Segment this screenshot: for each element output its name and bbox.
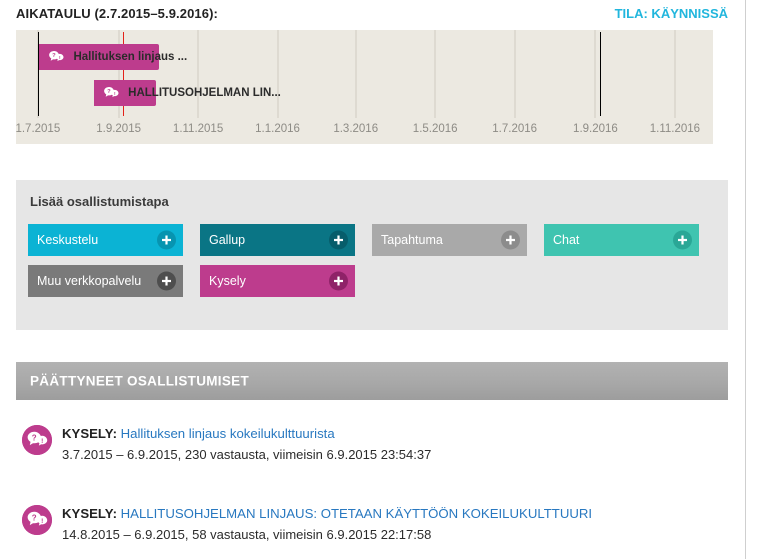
gantt-gridline bbox=[434, 30, 437, 118]
add-kysely-button[interactable]: Kysely bbox=[200, 265, 355, 297]
survey-bubble-icon: ?! bbox=[22, 425, 52, 455]
timeline-status-badge: TILA: KÄYNNISSÄ bbox=[614, 6, 728, 21]
ended-participations-title: PÄÄTTYNEET OSALLISTUMISET bbox=[30, 373, 250, 389]
add-button-label: Muu verkkopalvelu bbox=[37, 274, 142, 288]
survey-bubble-icon[interactable]: ?! bbox=[45, 46, 68, 68]
svg-text:?: ? bbox=[32, 513, 37, 522]
ended-participation-item[interactable]: ?! KYSELY: HALLITUSOHJELMAN LINJAUS: OTET… bbox=[22, 504, 722, 544]
timeline-title: AIKATAULU (2.7.2015–5.9.2016): bbox=[16, 6, 218, 21]
gantt-gridline bbox=[197, 30, 200, 118]
entry-title-link[interactable]: HALLITUSOHJELMAN LINJAUS: OTETAAN KÄYTTÖ… bbox=[121, 506, 592, 521]
timeline-header: AIKATAULU (2.7.2015–5.9.2016): TILA: KÄY… bbox=[16, 6, 728, 28]
gantt-gridline bbox=[513, 30, 516, 118]
gantt-gridline bbox=[594, 30, 597, 118]
gantt-axis-label: 1.11.2016 bbox=[649, 123, 701, 135]
entry-meta-line: 14.8.2015 – 6.9.2015, 58 vastausta, viim… bbox=[62, 527, 432, 542]
ended-participations-header: PÄÄTTYNEET OSALLISTUMISET bbox=[16, 362, 728, 400]
svg-text:!: ! bbox=[41, 518, 43, 525]
entry-kind-label: KYSELY: bbox=[62, 426, 121, 441]
gantt-time-axis: 1.7.2015 1.9.2015 1.11.2015 1.1.2016 1.3.201… bbox=[15, 118, 713, 144]
add-muu-verkkopalvelu-button[interactable]: Muu verkkopalvelu bbox=[28, 265, 183, 297]
gantt-axis-label: 1.3.2016 bbox=[333, 123, 379, 135]
gantt-axis-label: 1.1.2016 bbox=[255, 123, 300, 135]
gantt-gridline bbox=[276, 30, 279, 118]
add-button-label: Chat bbox=[553, 233, 580, 247]
timeline-gantt-chart: ?! Hallituksen linjaus ...?! HALLITUSOHJEL… bbox=[15, 30, 713, 144]
gantt-axis-label: 1.9.2015 bbox=[96, 123, 141, 135]
gantt-plot-area: ?! Hallituksen linjaus ...?! HALLITUSOHJEL… bbox=[16, 30, 713, 118]
plus-icon bbox=[157, 271, 176, 291]
survey-bubble-icon: ?! bbox=[22, 505, 52, 535]
entry-texts: KYSELY: HALLITUSOHJELMAN LINJAUS: OTETAA… bbox=[62, 504, 592, 544]
entry-title-link[interactable]: Hallituksen linjaus kokeilukulttuurista bbox=[121, 426, 335, 441]
add-button-label: Gallup bbox=[209, 233, 246, 247]
add-button-label: Tapahtuma bbox=[381, 233, 443, 247]
plus-icon bbox=[157, 230, 176, 250]
svg-text:?: ? bbox=[53, 53, 57, 59]
svg-text:?: ? bbox=[32, 433, 37, 442]
entry-texts: KYSELY: Hallituksen linjaus kokeilukultt… bbox=[62, 424, 431, 464]
add-button-label: Kysely bbox=[209, 274, 246, 288]
plus-icon bbox=[673, 230, 692, 250]
gantt-gridline bbox=[354, 30, 357, 118]
gantt-axis-label: 1.7.2016 bbox=[492, 123, 538, 135]
plus-icon bbox=[501, 230, 520, 250]
add-keskustelu-button[interactable]: Keskustelu bbox=[28, 224, 183, 256]
entry-title-line: KYSELY: HALLITUSOHJELMAN LINJAUS: OTETAA… bbox=[62, 505, 592, 523]
entry-kind-label: KYSELY: bbox=[62, 506, 121, 521]
survey-bubble-icon[interactable]: ?! bbox=[100, 82, 123, 104]
plus-icon bbox=[329, 271, 348, 291]
add-participation-title: Lisää osallistumistapa bbox=[30, 194, 169, 209]
page-root: AIKATAULU (2.7.2015–5.9.2016): TILA: KÄY… bbox=[0, 0, 764, 559]
add-gallup-button[interactable]: Gallup bbox=[200, 224, 355, 256]
ended-participation-item[interactable]: ?! KYSELY: Hallituksen linjaus kokeilukul… bbox=[22, 424, 722, 464]
page-right-border bbox=[745, 0, 746, 559]
gantt-axis-label: 1.11.2015 bbox=[172, 123, 224, 135]
svg-text:!: ! bbox=[41, 438, 43, 445]
gantt-axis-label: 1.7.2015 bbox=[15, 123, 61, 135]
add-participation-panel: Lisää osallistumistapa Keskustelu Gallup T… bbox=[16, 180, 728, 330]
entry-icon-wrapper: ?! bbox=[22, 505, 52, 540]
entry-title-line: KYSELY: Hallituksen linjaus kokeilukultt… bbox=[62, 425, 431, 443]
gantt-axis-label: 1.5.2016 bbox=[412, 123, 458, 135]
gantt-axis-label: 1.9.2016 bbox=[573, 123, 618, 135]
entry-meta-line: 3.7.2015 – 6.9.2015, 230 vastausta, viim… bbox=[62, 447, 432, 462]
gantt-gridline bbox=[673, 30, 676, 118]
add-chat-button[interactable]: Chat bbox=[544, 224, 699, 256]
add-tapahtuma-button[interactable]: Tapahtuma bbox=[372, 224, 527, 256]
end-marker bbox=[599, 32, 601, 116]
svg-text:?: ? bbox=[107, 89, 111, 95]
plus-icon bbox=[329, 230, 348, 250]
add-button-label: Keskustelu bbox=[37, 233, 99, 247]
entry-icon-wrapper: ?! bbox=[22, 425, 52, 460]
